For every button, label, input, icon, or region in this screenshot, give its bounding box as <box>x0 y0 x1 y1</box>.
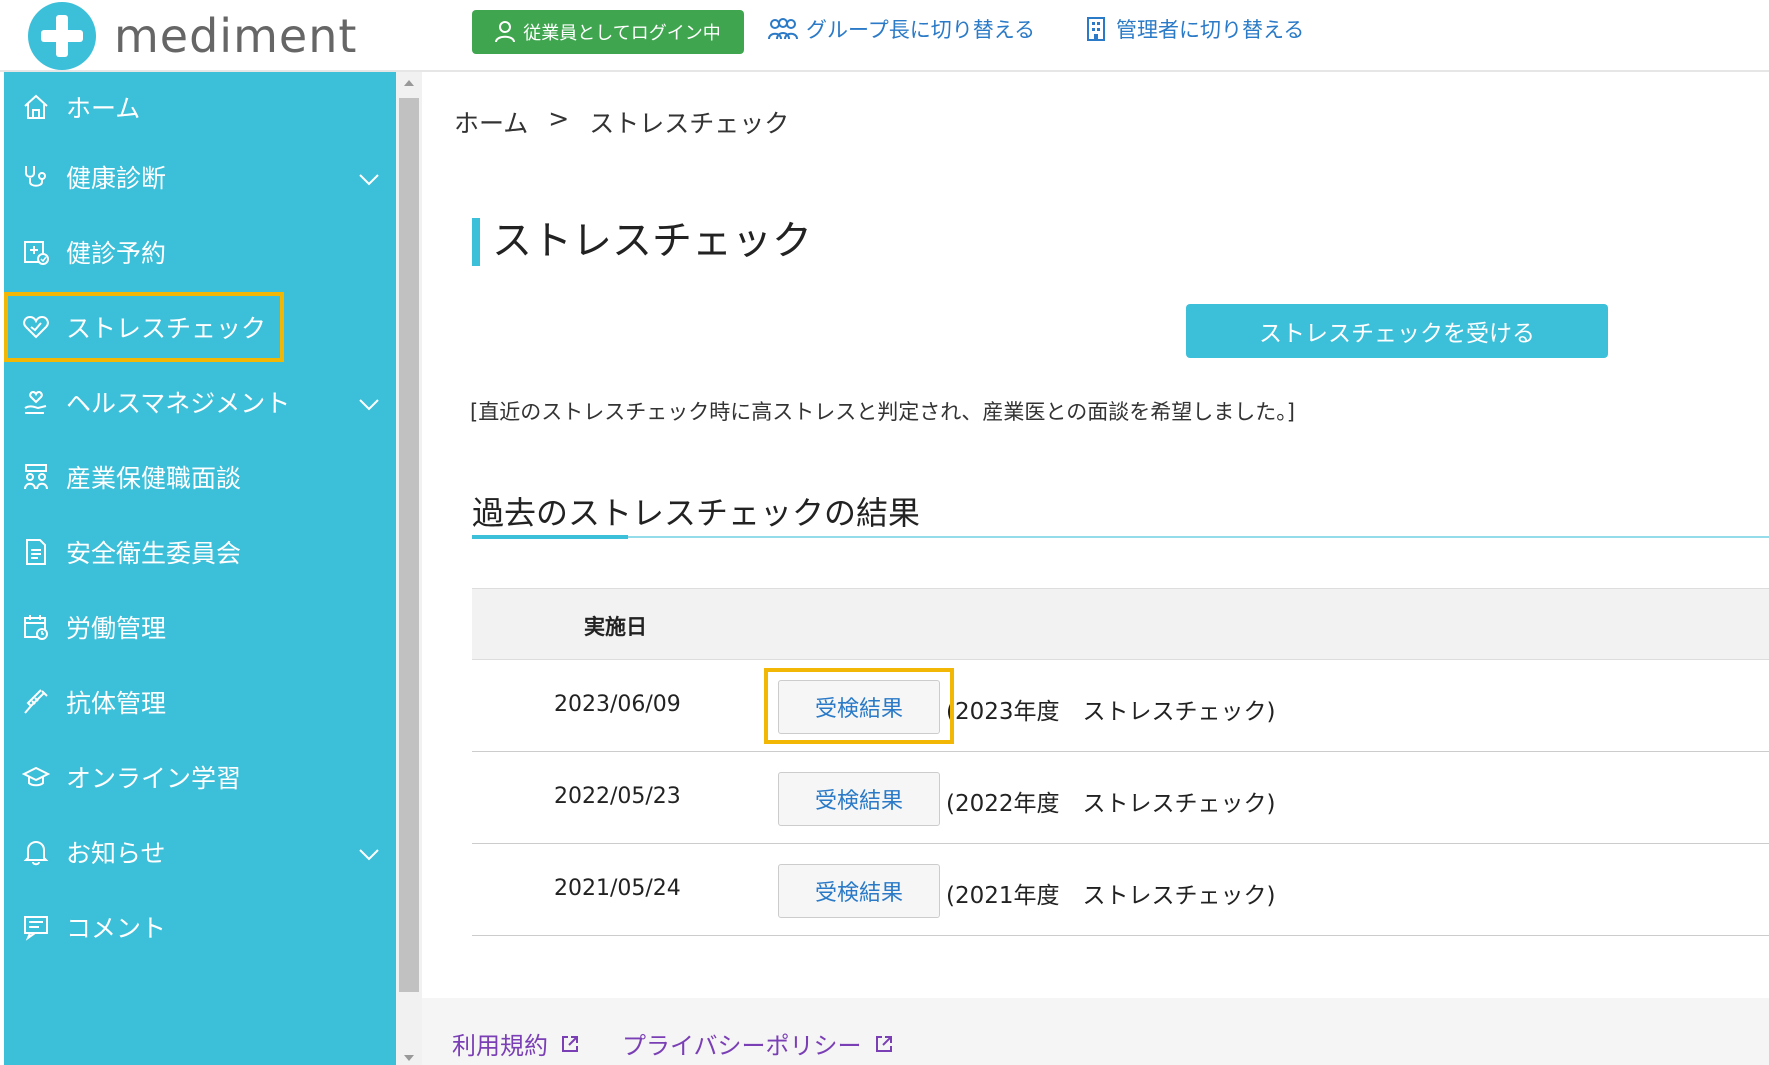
scrollbar-thumb[interactable] <box>399 98 419 992</box>
sidebar-item-labor-management[interactable]: 労働管理 <box>4 592 396 662</box>
syringe-icon <box>20 686 52 718</box>
login-status-badge: 従業員としてログイン中 <box>472 10 744 54</box>
app-logo[interactable]: mediment <box>28 2 357 70</box>
sidebar-item-label: 健康診断 <box>66 164 167 193</box>
login-status-text: 従業員としてログイン中 <box>523 23 721 44</box>
sidebar-item-health-checkup[interactable]: 健康診断 <box>4 142 396 212</box>
top-header: mediment 従業員としてログイン中 グループ長に切り替える 管理者に切り替… <box>0 0 1769 72</box>
sidebar-item-health-management[interactable]: ヘルスマネジメント <box>4 367 396 437</box>
sidebar-item-occupational-health-meeting[interactable]: 産業保健職面談 <box>4 442 396 512</box>
section-divider <box>472 536 1769 538</box>
table-row: 2023/06/09 受検結果 (2023年度 ストレスチェック) <box>472 660 1769 752</box>
take-stress-check-button[interactable]: ストレスチェックを受ける <box>1186 304 1608 358</box>
building-icon <box>1087 17 1105 41</box>
results-table-header: 実施日 <box>472 588 1769 660</box>
privacy-policy-label: プライバシーポリシー <box>622 1032 862 1060</box>
sidebar-item-label: 安全衛生委員会 <box>66 539 242 568</box>
breadcrumb-separator: > <box>548 104 570 133</box>
heart-check-icon <box>20 311 52 343</box>
scroll-down-arrow-icon[interactable] <box>404 1055 414 1061</box>
breadcrumb-home-link[interactable]: ホーム <box>454 104 528 140</box>
switch-to-group-leader-label: グループ長に切り替える <box>806 18 1036 42</box>
document-icon <box>20 536 52 568</box>
scroll-up-arrow-icon[interactable] <box>404 80 414 86</box>
sidebar-item-antibody-management[interactable]: 抗体管理 <box>4 667 396 737</box>
chevron-down-icon[interactable] <box>358 389 380 418</box>
switch-to-group-leader-link[interactable]: グループ長に切り替える <box>768 14 1035 44</box>
terms-of-use-link[interactable]: 利用規約 <box>452 1026 580 1061</box>
row-date: 2022/05/23 <box>554 784 681 809</box>
bell-icon <box>20 836 52 868</box>
sidebar-item-label: 産業保健職面談 <box>66 464 242 493</box>
view-result-button[interactable]: 受検結果 <box>778 772 940 826</box>
sidebar-item-online-learning[interactable]: オンライン学習 <box>4 742 396 812</box>
table-row: 2021/05/24 受検結果 (2021年度 ストレスチェック) <box>472 844 1769 936</box>
plus-logo-icon <box>28 2 96 70</box>
page-title: ストレスチェック <box>472 218 812 266</box>
user-icon <box>495 21 516 43</box>
calendar-clock-icon <box>20 611 52 643</box>
sidebar-nav: ホーム 健康診断 健診予約 ストレスチェック ヘルスマネジメント 産業保健職面談… <box>4 72 396 1065</box>
meeting-icon <box>20 461 52 493</box>
row-description: (2022年度 ストレスチェック) <box>946 791 1276 817</box>
sidebar-item-stress-check[interactable]: ストレスチェック <box>4 292 284 362</box>
comment-icon <box>20 911 52 943</box>
sidebar-item-label: お知らせ <box>66 839 166 868</box>
chevron-down-icon[interactable] <box>358 164 380 193</box>
sidebar-item-label: ヘルスマネジメント <box>66 389 291 418</box>
care-icon <box>20 386 52 418</box>
breadcrumb-current: ストレスチェック <box>589 109 790 138</box>
view-result-button[interactable]: 受検結果 <box>778 864 940 918</box>
interview-request-notice: [直近のストレスチェック時に高ストレスと判定され、産業医との面談を希望しました。… <box>470 400 1295 424</box>
breadcrumb: ホーム > ストレスチェック <box>454 104 789 140</box>
terms-of-use-label: 利用規約 <box>452 1032 548 1060</box>
sidebar-item-safety-committee[interactable]: 安全衛生委員会 <box>4 517 396 587</box>
column-header-date: 実施日 <box>584 615 647 639</box>
switch-to-admin-label: 管理者に切り替える <box>1116 18 1305 42</box>
sidebar-item-home[interactable]: ホーム <box>4 72 396 142</box>
sidebar-scrollbar[interactable] <box>396 72 422 1065</box>
external-link-icon <box>562 1035 578 1052</box>
sidebar-item-comments[interactable]: コメント <box>4 892 396 962</box>
sidebar-item-label: ホーム <box>66 94 141 123</box>
logo-text: mediment <box>114 9 358 63</box>
sidebar-item-label: コメント <box>66 914 167 943</box>
stethoscope-icon <box>20 161 52 193</box>
table-row: 2022/05/23 受検結果 (2022年度 ストレスチェック) <box>472 752 1769 844</box>
section-divider-accent <box>472 535 628 539</box>
page-footer: 利用規約 プライバシーポリシー <box>422 998 1769 1065</box>
sidebar-item-checkup-reservation[interactable]: 健診予約 <box>4 217 396 287</box>
sidebar-item-label: 健診予約 <box>66 239 167 268</box>
row-description: (2023年度 ストレスチェック) <box>946 699 1276 725</box>
sidebar-item-label: 労働管理 <box>66 614 167 643</box>
sidebar-item-label: ストレスチェック <box>66 314 267 343</box>
row-description: (2021年度 ストレスチェック) <box>946 883 1276 909</box>
external-link-icon <box>875 1035 892 1052</box>
highlight-box <box>764 668 954 744</box>
sidebar-item-label: 抗体管理 <box>66 689 167 718</box>
switch-to-admin-link[interactable]: 管理者に切り替える <box>1084 14 1304 44</box>
privacy-policy-link[interactable]: プライバシーポリシー <box>622 1026 894 1061</box>
sidebar-item-label: オンライン学習 <box>66 764 242 793</box>
home-icon <box>20 91 52 123</box>
reservation-icon <box>20 236 52 268</box>
row-date: 2023/06/09 <box>554 692 681 717</box>
chevron-down-icon[interactable] <box>358 839 380 868</box>
past-results-heading: 過去のストレスチェックの結果 <box>472 494 921 532</box>
graduation-cap-icon <box>20 761 52 793</box>
group-icon <box>768 18 798 40</box>
sidebar-item-notifications[interactable]: お知らせ <box>4 817 396 887</box>
row-date: 2021/05/24 <box>554 876 681 901</box>
